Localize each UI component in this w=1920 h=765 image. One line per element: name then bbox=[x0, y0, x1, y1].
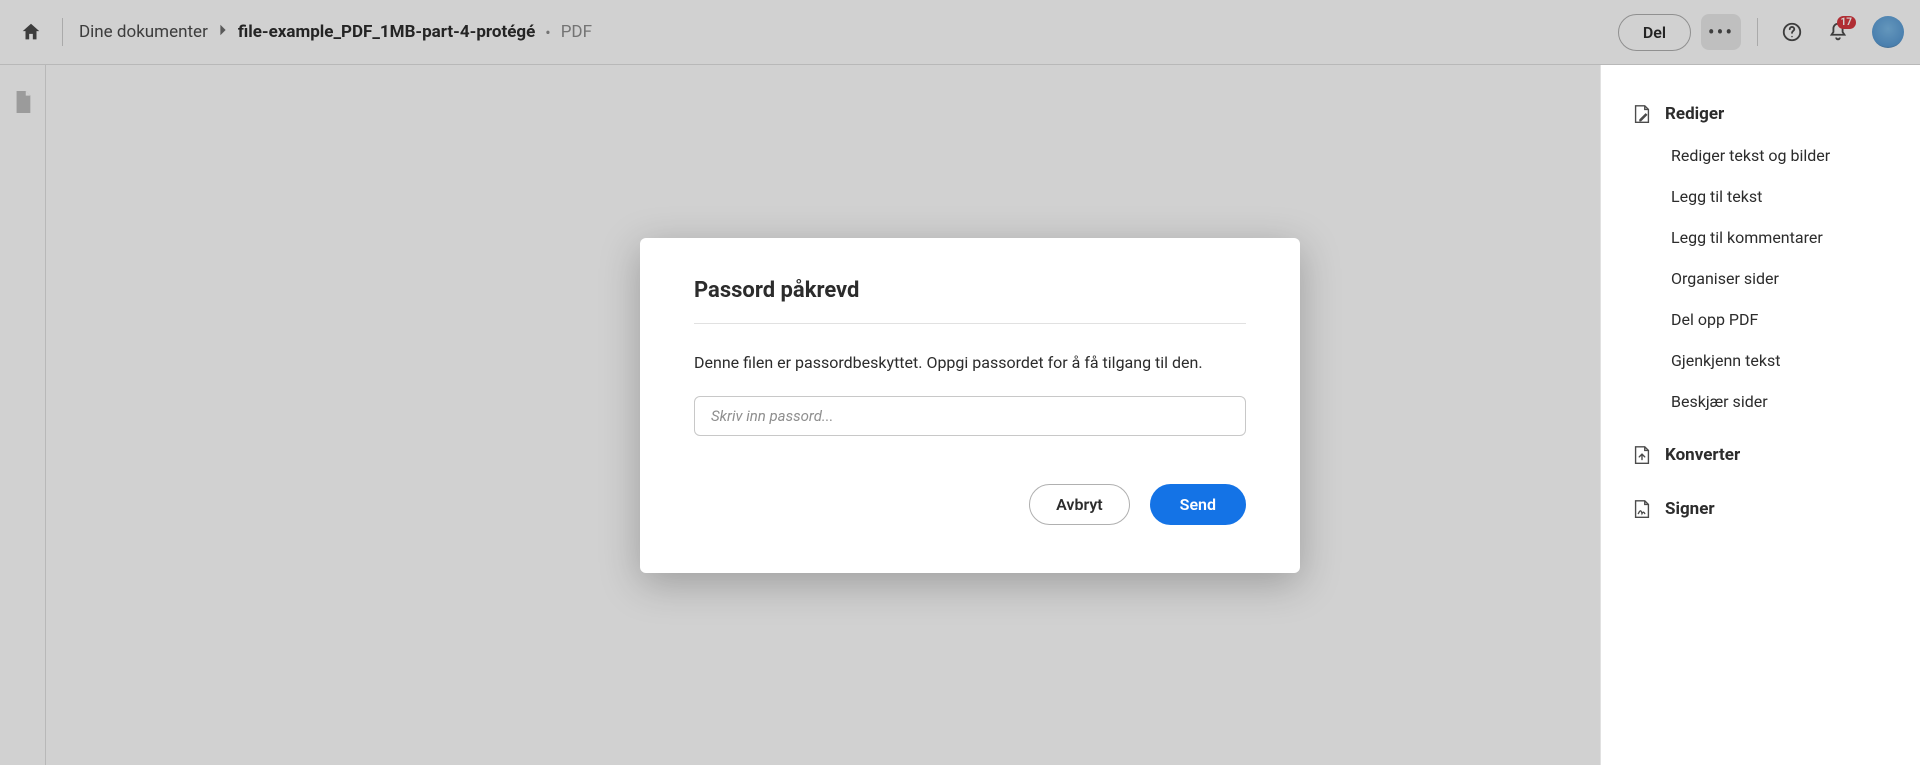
section-convert: Konverter bbox=[1601, 434, 1920, 476]
section-header-sign[interactable]: Signer bbox=[1601, 488, 1920, 530]
tool-add-comments[interactable]: Legg til kommentarer bbox=[1601, 217, 1920, 258]
sign-icon bbox=[1631, 498, 1653, 520]
cancel-button[interactable]: Avbryt bbox=[1029, 484, 1130, 525]
tool-add-text[interactable]: Legg til tekst bbox=[1601, 176, 1920, 217]
submit-button[interactable]: Send bbox=[1150, 484, 1246, 525]
section-sign: Signer bbox=[1601, 488, 1920, 530]
section-header-edit[interactable]: Rediger bbox=[1601, 93, 1920, 135]
tool-split-pdf[interactable]: Del opp PDF bbox=[1601, 299, 1920, 340]
section-title: Konverter bbox=[1665, 445, 1740, 465]
section-header-convert[interactable]: Konverter bbox=[1601, 434, 1920, 476]
section-edit: Rediger Rediger tekst og bilder Legg til… bbox=[1601, 93, 1920, 422]
tools-panel: Rediger Rediger tekst og bilder Legg til… bbox=[1600, 65, 1920, 765]
tool-organize-pages[interactable]: Organiser sider bbox=[1601, 258, 1920, 299]
convert-icon bbox=[1631, 444, 1653, 466]
section-title: Rediger bbox=[1665, 104, 1724, 124]
tool-crop-pages[interactable]: Beskjær sider bbox=[1601, 381, 1920, 422]
tool-edit-text-images[interactable]: Rediger tekst og bilder bbox=[1601, 135, 1920, 176]
password-dialog: Passord påkrevd Denne filen er passordbe… bbox=[640, 238, 1300, 573]
dialog-text: Denne filen er passordbeskyttet. Oppgi p… bbox=[694, 352, 1246, 374]
dialog-title: Passord påkrevd bbox=[694, 278, 1246, 324]
edit-pdf-icon bbox=[1631, 103, 1653, 125]
tool-recognize-text[interactable]: Gjenkjenn tekst bbox=[1601, 340, 1920, 381]
section-items-edit: Rediger tekst og bilder Legg til tekst L… bbox=[1601, 135, 1920, 422]
password-input[interactable] bbox=[694, 396, 1246, 436]
section-title: Signer bbox=[1665, 499, 1715, 519]
dialog-actions: Avbryt Send bbox=[694, 484, 1246, 525]
